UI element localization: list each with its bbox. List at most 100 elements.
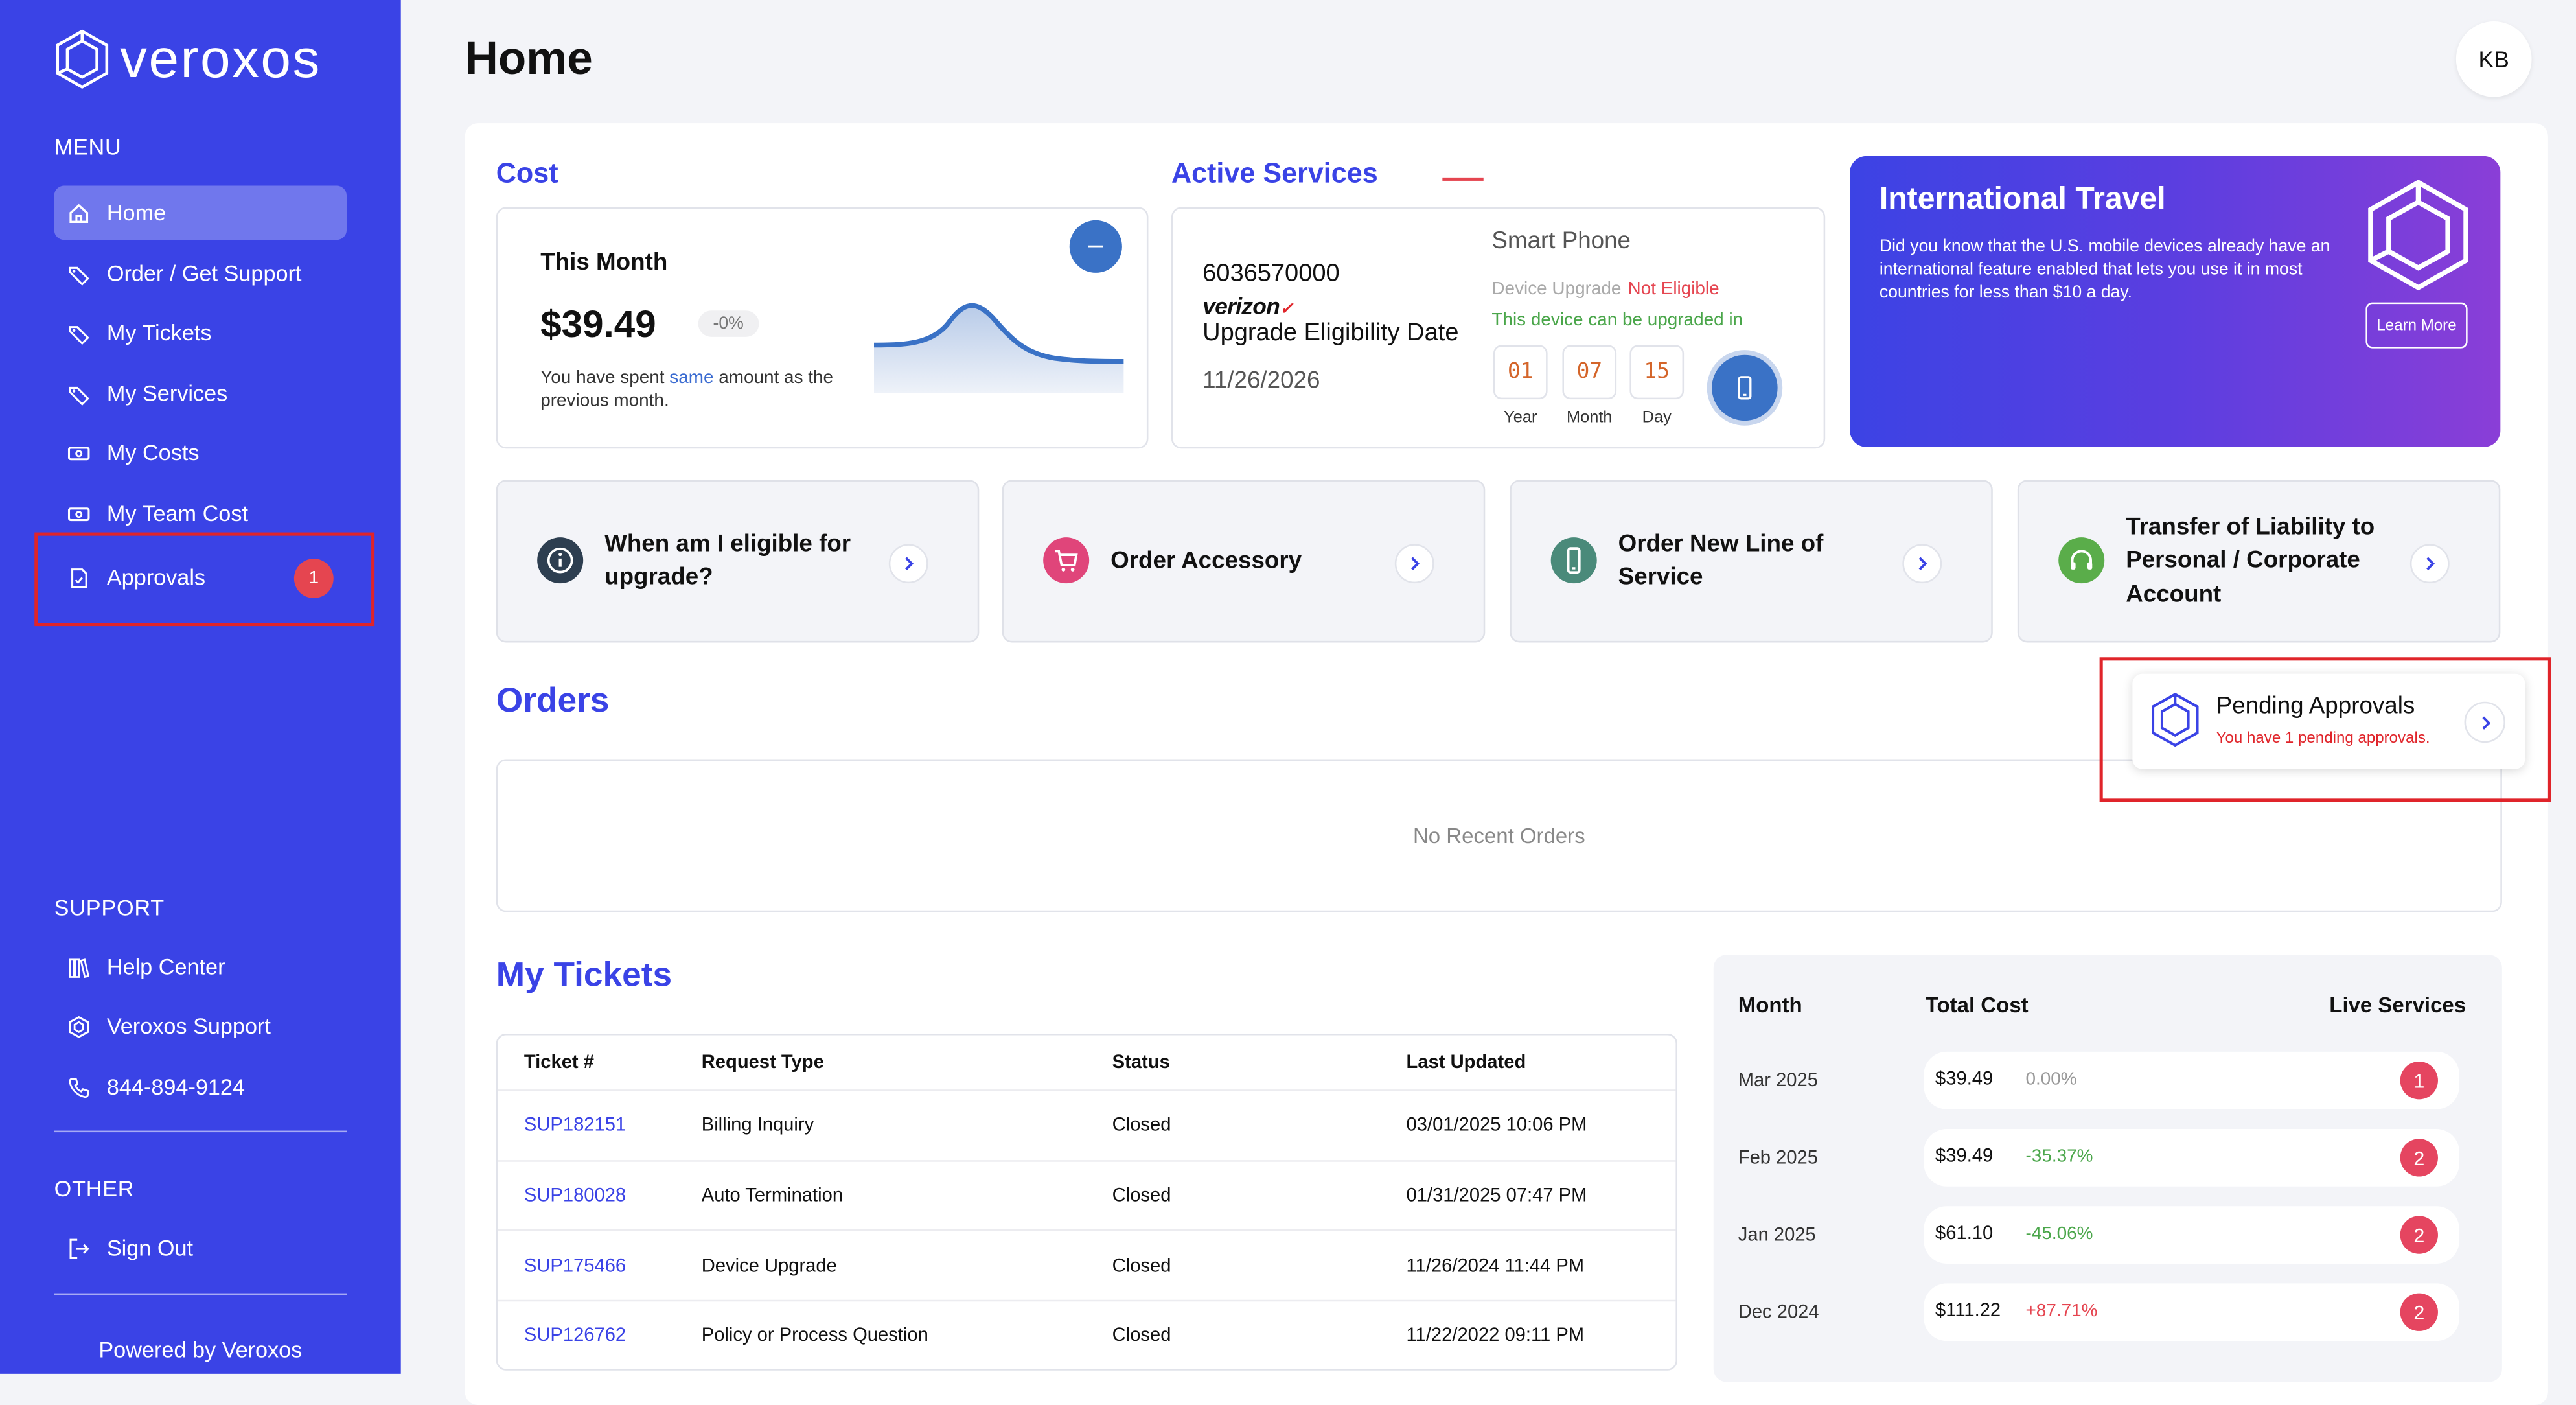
this-month-label: This Month (540, 250, 668, 276)
sidebar-item-label: Veroxos Support (106, 1014, 271, 1039)
cost-row-amount: $39.49 (1935, 1146, 1994, 1167)
action-label: Order New Line of Service (1618, 531, 1824, 591)
action-card-new-line[interactable]: Order New Line of Service (1510, 480, 1993, 643)
veroxos-logo-icon (56, 29, 109, 89)
chevron-right-icon[interactable] (2409, 544, 2450, 584)
sign-out-icon (67, 1237, 90, 1259)
table-row[interactable]: SUP182151 Billing Inquiry Closed 03/01/2… (498, 1089, 1676, 1161)
sidebar-item-label: Order / Get Support (106, 261, 302, 286)
ticket-id-link[interactable]: SUP175466 (524, 1257, 626, 1276)
sidebar-item-label: Help Center (106, 955, 225, 980)
cost-sparkline (873, 303, 1124, 393)
hexagon-icon (67, 1015, 90, 1038)
sidebar-item-veroxos-support[interactable]: Veroxos Support (54, 999, 347, 1054)
sidebar-item-my-services[interactable]: My Services (54, 366, 347, 421)
column-header: Total Cost (1925, 992, 2029, 1017)
cost-card: This Month $39.49 -0% You have spent sam… (496, 207, 1149, 449)
live-services-count: 2 (2400, 1293, 2438, 1331)
carrier-logo: verizon✓ (1202, 292, 1293, 319)
live-services-count: 1 (2400, 1062, 2438, 1100)
ticket-id-link[interactable]: SUP126762 (524, 1327, 626, 1346)
cost-row[interactable]: $39.49 0.00% 1 (1924, 1051, 2459, 1109)
device-upgrade-label: Device Upgrade (1491, 279, 1622, 299)
home-icon (67, 202, 90, 224)
table-row[interactable]: SUP180028 Auto Termination Closed 01/31/… (498, 1159, 1676, 1231)
cost-note-highlight: same (669, 367, 714, 388)
cost-row-amount: $111.22 (1935, 1301, 2001, 1321)
avatar[interactable]: KB (2455, 21, 2532, 97)
menu-section-title: MENU (54, 134, 122, 159)
upgrade-eligibility-label: Upgrade Eligibility Date (1202, 318, 1459, 347)
ticket-id-link[interactable]: SUP182151 (524, 1117, 626, 1136)
orders-heading: Orders (496, 682, 610, 720)
sidebar-divider (54, 1293, 347, 1295)
table-row[interactable]: SUP126762 Policy or Process Question Clo… (498, 1299, 1676, 1369)
brand-name: veroxos (120, 28, 321, 89)
collapse-button[interactable]: – (1069, 220, 1122, 273)
carrier-check-icon: ✓ (1280, 301, 1293, 319)
device-upgrade-status: Device Upgrade Not Eligible (1491, 279, 1719, 299)
request-type: Billing Inquiry (701, 1116, 814, 1137)
countdown-day: 15 (1629, 345, 1685, 400)
action-card-upgrade-eligibility[interactable]: When am I eligible for upgrade? (496, 480, 980, 643)
column-header: Live Services (2329, 992, 2467, 1017)
highlight-box (2099, 657, 2551, 802)
request-type: Device Upgrade (701, 1257, 837, 1277)
brand-logo[interactable]: veroxos (54, 28, 321, 89)
column-header: Request Type (701, 1053, 824, 1073)
chevron-right-icon[interactable] (1394, 544, 1434, 584)
chevron-right-icon[interactable] (888, 544, 928, 584)
countdown-day-label: Day (1642, 409, 1672, 428)
travel-title: International Travel (1879, 182, 2166, 217)
live-services-count: 2 (2400, 1216, 2438, 1254)
international-travel-banner: International Travel Did you know that t… (1850, 156, 2501, 447)
cost-row-change: 0.00% (2025, 1069, 2077, 1090)
mobile-icon (1738, 376, 1752, 400)
table-row[interactable]: SUP175466 Device Upgrade Closed 11/26/20… (498, 1229, 1676, 1302)
cost-change-badge: -0% (698, 310, 759, 337)
ticket-status: Closed (1112, 1116, 1171, 1137)
last-updated: 11/26/2024 11:44 PM (1406, 1257, 1585, 1277)
sidebar-item-phone[interactable]: 844-894-9124 (54, 1060, 347, 1115)
action-card-order-accessory[interactable]: Order Accessory (1002, 480, 1486, 643)
last-updated: 01/31/2025 07:47 PM (1406, 1186, 1587, 1207)
no-orders-message: No Recent Orders (1412, 823, 1585, 848)
learn-more-button[interactable]: Learn More (2365, 302, 2468, 349)
ticket-status: Closed (1112, 1257, 1171, 1277)
column-header: Status (1112, 1053, 1170, 1073)
sidebar-item-label: Sign Out (106, 1235, 194, 1260)
cost-note: You have spent same amount as the previo… (540, 366, 869, 412)
cart-icon (1043, 537, 1090, 584)
ticket-id-link[interactable]: SUP180028 (524, 1187, 626, 1206)
action-card-transfer-liability[interactable]: Transfer of Liability to Personal / Corp… (2017, 480, 2501, 643)
sidebar-item-help-center[interactable]: Help Center (54, 940, 347, 994)
upgrade-eligibility-date: 11/26/2026 (1202, 367, 1320, 395)
cost-row-amount: $39.49 (1935, 1069, 1994, 1090)
cost-row-change: -45.06% (2025, 1224, 2093, 1244)
chevron-right-icon[interactable] (1902, 544, 1942, 584)
cost-row[interactable]: $111.22 +87.71% 2 (1924, 1283, 2459, 1341)
cost-note-prefix: You have spent (540, 367, 670, 388)
active-services-heading: Active Services (1171, 157, 1378, 189)
countdown-year: 01 (1493, 345, 1548, 400)
device-button[interactable] (1712, 354, 1778, 421)
cost-row-month: Feb 2025 (1738, 1148, 1819, 1168)
tickets-table: Ticket # Request Type Status Last Update… (496, 1033, 1677, 1371)
monthly-cost-panel: Month Total Cost Live Services Mar 2025 … (1713, 955, 2502, 1382)
sidebar-item-sign-out[interactable]: Sign Out (54, 1221, 347, 1275)
cost-row[interactable]: $39.49 -35.37% 2 (1924, 1129, 2459, 1187)
tag-icon (67, 262, 90, 285)
cash-icon (67, 502, 90, 525)
sidebar-item-home[interactable]: Home (54, 185, 347, 240)
last-updated: 03/01/2025 10:06 PM (1406, 1116, 1587, 1137)
sidebar-divider (54, 1130, 347, 1133)
active-services-card[interactable]: 6036570000 verizon✓ Upgrade Eligibility … (1171, 207, 1826, 449)
column-header: Last Updated (1406, 1053, 1526, 1073)
sidebar-item-my-tickets[interactable]: My Tickets (54, 306, 347, 360)
cost-row[interactable]: $61.10 -45.06% 2 (1924, 1206, 2459, 1264)
cost-heading: Cost (496, 157, 558, 189)
other-section-title: OTHER (54, 1176, 135, 1202)
powered-by: Powered by Veroxos (98, 1338, 303, 1363)
sidebar-item-order-support[interactable]: Order / Get Support (54, 246, 347, 301)
sidebar-item-my-costs[interactable]: My Costs (54, 426, 347, 480)
